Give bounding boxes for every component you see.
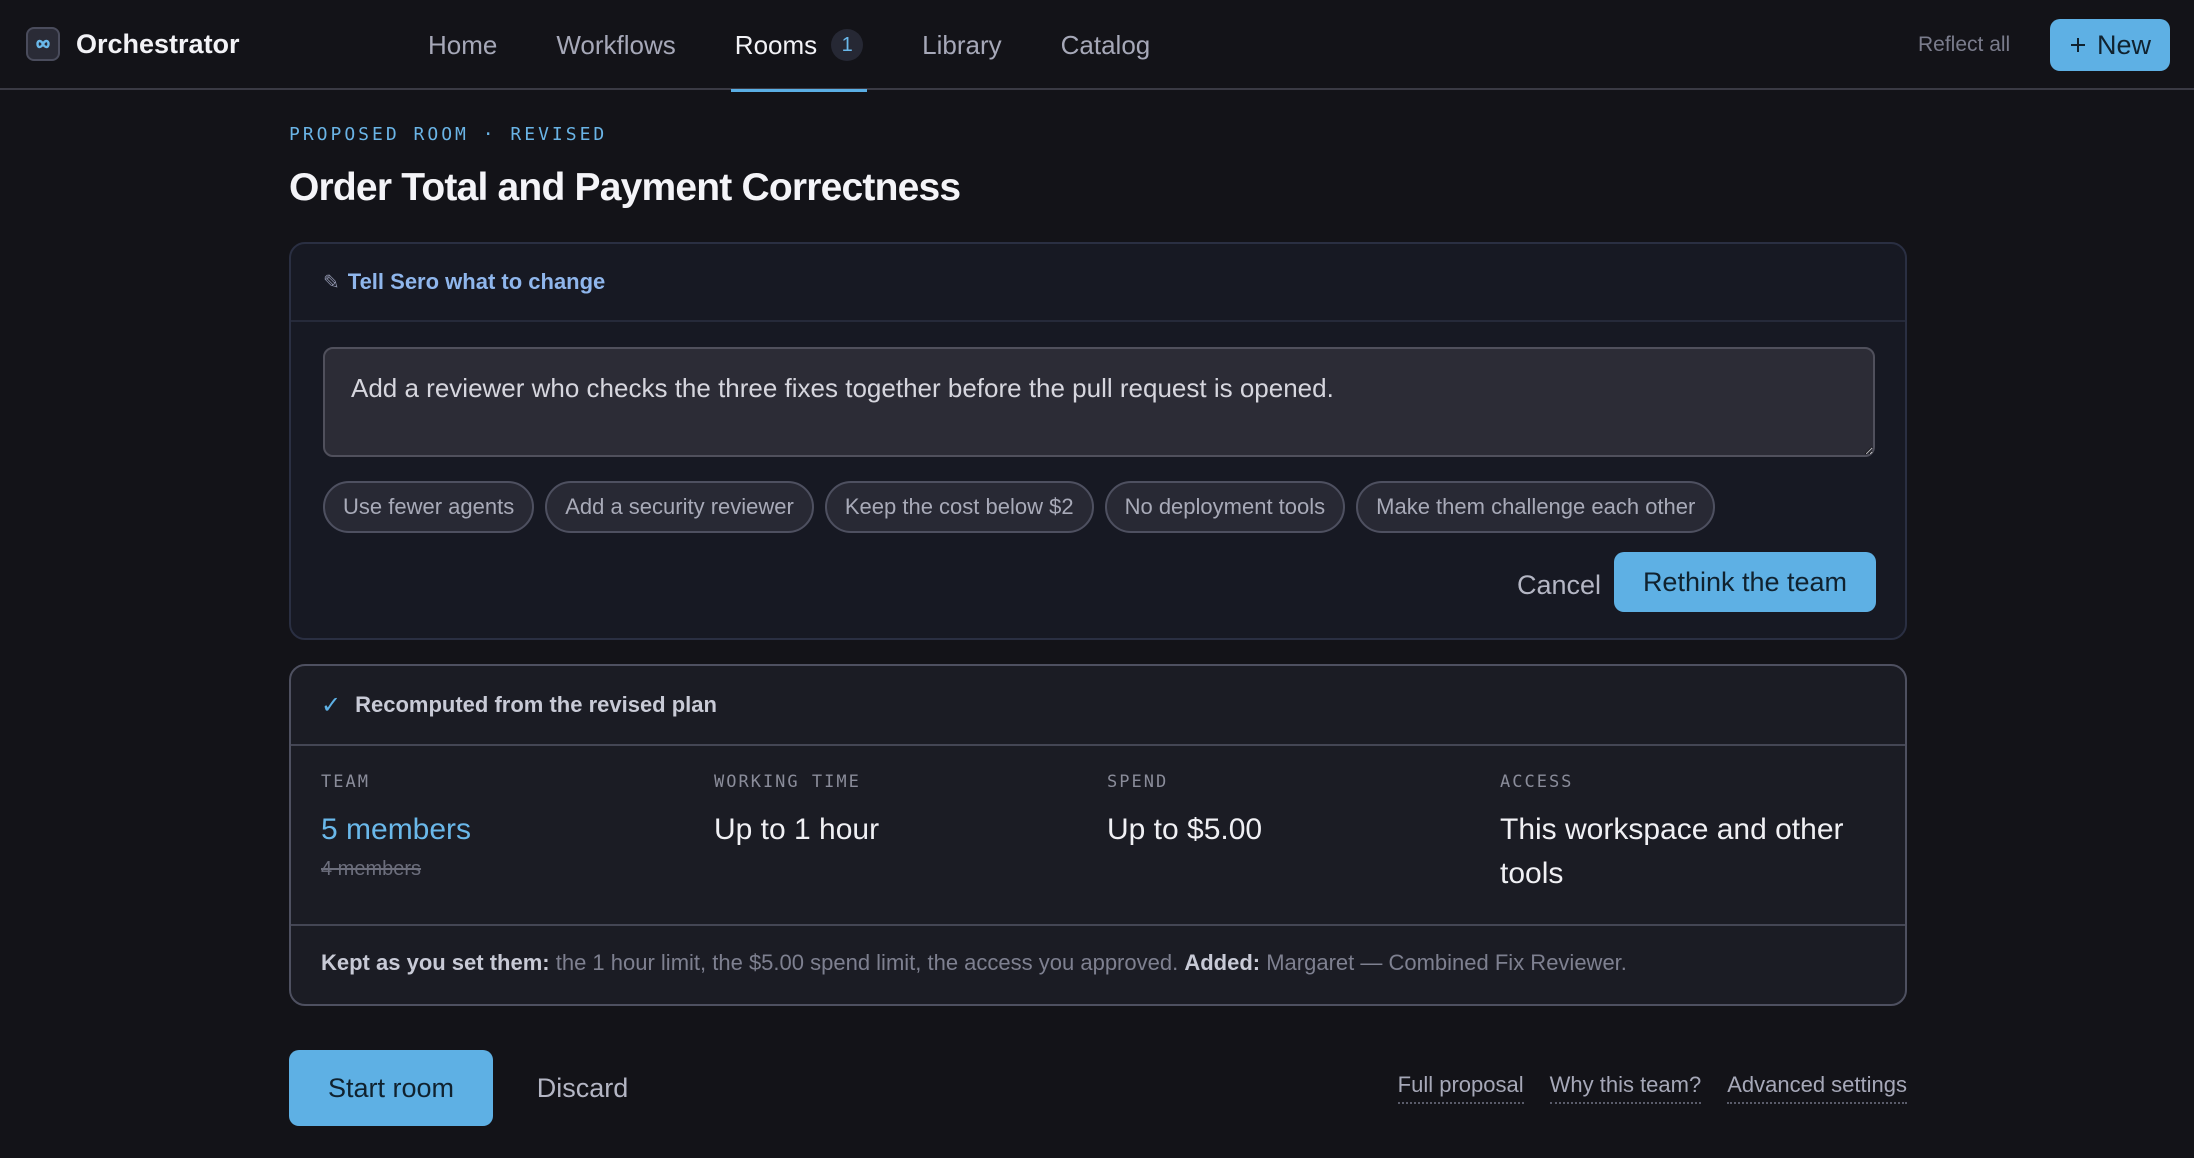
nav-item-label: Library [922, 29, 1002, 60]
added-label: Added: [1184, 950, 1261, 975]
suggestion-chip[interactable]: Keep the cost below $2 [824, 481, 1094, 533]
pencil-icon: ✎ [323, 271, 340, 294]
stat-value: Up to $5.00 [1107, 813, 1263, 846]
room-status-eyebrow: PROPOSED ROOM · REVISED [289, 124, 608, 145]
nav-item-label: Home [428, 29, 498, 60]
plan-stats: TEAM 5 members 4 members WORKING TIME Up… [291, 746, 1905, 926]
why-this-team-link[interactable]: Why this team? [1549, 1072, 1702, 1104]
advanced-settings-link[interactable]: Advanced settings [1727, 1072, 1907, 1104]
stat-team: TEAM 5 members 4 members [321, 772, 471, 881]
stat-label: ACCESS [1500, 772, 1574, 792]
infinity-logo-icon [26, 27, 60, 61]
nav-item-library[interactable]: Library [918, 0, 1005, 90]
stat-label: TEAM [321, 772, 370, 792]
brand[interactable]: Orchestrator [26, 27, 240, 61]
top-navigation-bar: Orchestrator Home Workflows Rooms 1 Libr… [0, 0, 2194, 92]
suggestion-chip[interactable]: No deployment tools [1104, 481, 1346, 533]
stat-label: SPEND [1107, 772, 1169, 792]
nav-item-rooms[interactable]: Rooms 1 [730, 0, 868, 92]
stat-value: 5 members [321, 813, 472, 846]
change-request-card: ✎ Tell Sero what to change Add a reviewe… [289, 242, 1907, 640]
rethink-team-button[interactable]: Rethink the team [1614, 552, 1876, 612]
suggestion-chip[interactable]: Add a security reviewer [545, 481, 814, 533]
plus-icon [2069, 30, 2087, 61]
suggestion-chips: Use fewer agents Add a security reviewer… [323, 481, 1716, 533]
nav-item-label: Catalog [1060, 29, 1151, 60]
stat-value: This workspace and other tools [1500, 813, 1844, 890]
change-request-header: ✎ Tell Sero what to change [291, 244, 1905, 322]
start-room-button[interactable]: Start room [289, 1050, 493, 1126]
stat-working-time: WORKING TIME Up to 1 hour [714, 772, 879, 852]
suggestion-chip[interactable]: Use fewer agents [323, 481, 535, 533]
secondary-links: Full proposal Why this team? Advanced se… [1397, 1072, 1907, 1104]
kept-label: Kept as you set them: [321, 950, 550, 975]
change-request-input[interactable]: Add a reviewer who checks the three fixe… [323, 347, 1875, 457]
new-button-label: New [2096, 29, 2151, 60]
nav-item-workflows[interactable]: Workflows [552, 0, 679, 90]
added-text: Margaret — Combined Fix Reviewer. [1266, 950, 1627, 975]
nav-item-label: Rooms [734, 29, 818, 60]
kept-text: the 1 hour limit, the $5.00 spend limit,… [555, 950, 1179, 975]
full-proposal-link[interactable]: Full proposal [1397, 1072, 1524, 1104]
stat-access: ACCESS This workspace and other tools [1500, 772, 1880, 896]
stat-spend: SPEND Up to $5.00 [1107, 772, 1262, 852]
revised-plan-summary-card: ✓ Recomputed from the revised plan TEAM … [289, 664, 1907, 1006]
stat-label: WORKING TIME [714, 772, 861, 792]
reflect-all-link[interactable]: Reflect all [1918, 33, 2010, 57]
summary-heading: Recomputed from the revised plan [355, 692, 717, 717]
main-nav: Home Workflows Rooms 1 Library Catalog [424, 0, 1205, 92]
stat-previous-value: 4 members [321, 858, 422, 880]
discard-button[interactable]: Discard [510, 1050, 655, 1126]
nav-item-label: Workflows [556, 29, 676, 60]
summary-footnote: Kept as you set them: the 1 hour limit, … [321, 950, 1627, 976]
nav-item-home[interactable]: Home [424, 0, 501, 90]
summary-header: ✓ Recomputed from the revised plan [291, 666, 1905, 746]
suggestion-chip[interactable]: Make them challenge each other [1356, 481, 1716, 533]
new-button[interactable]: New [2050, 19, 2170, 71]
page-title: Order Total and Payment Correctness [289, 166, 961, 209]
app-name: Orchestrator [76, 28, 240, 59]
nav-item-catalog[interactable]: Catalog [1057, 0, 1155, 90]
check-icon: ✓ [321, 691, 342, 719]
change-request-heading: Tell Sero what to change [347, 269, 606, 294]
stat-value: Up to 1 hour [714, 813, 880, 846]
rooms-count-badge: 1 [831, 29, 864, 61]
